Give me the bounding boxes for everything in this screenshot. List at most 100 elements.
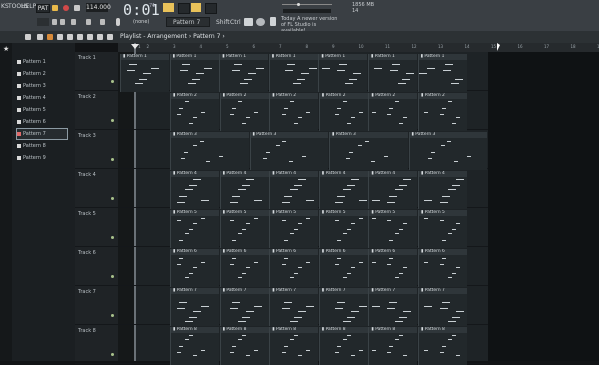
- delete-tool-icon[interactable]: [67, 34, 73, 40]
- picker-pattern-9[interactable]: Pattern 9: [17, 153, 67, 163]
- metronome-button[interactable]: [191, 3, 201, 12]
- pattern-clip[interactable]: ▮ Pattern 6: [269, 249, 319, 287]
- track-header[interactable]: Track 7: [75, 286, 118, 325]
- pattern-clip[interactable]: ▮ Pattern 7: [269, 288, 319, 326]
- record-button[interactable]: [63, 5, 69, 11]
- stop-button[interactable]: [74, 5, 80, 11]
- pattern-clip[interactable]: ▮ Pattern 8: [170, 327, 219, 365]
- chain-icon[interactable]: [86, 19, 91, 25]
- blend-notes-button[interactable]: [178, 3, 190, 14]
- pattern-clip[interactable]: ▮ Pattern 7: [170, 288, 219, 326]
- pattern-clip[interactable]: ▮ Pattern 8: [368, 327, 418, 365]
- playlist-empty-area[interactable]: [488, 52, 599, 361]
- pattern-clip[interactable]: ▮ Pattern 1: [268, 54, 318, 92]
- track-led-icon[interactable]: [111, 80, 114, 83]
- play-button[interactable]: [52, 5, 58, 11]
- pattern-clip[interactable]: ▮ Pattern 2: [219, 93, 269, 131]
- pattern-clip[interactable]: ▮ Pattern 4: [170, 171, 219, 209]
- picker-pattern-4[interactable]: Pattern 4: [17, 93, 67, 103]
- pattern-clip[interactable]: ▮ Pattern 1: [169, 54, 219, 92]
- pattern-clip[interactable]: ▮ Pattern 5: [170, 210, 219, 248]
- cut-icon[interactable]: [60, 19, 65, 25]
- pattern-selector[interactable]: Pattern 7: [166, 17, 210, 27]
- pattern-clip[interactable]: ▮ Pattern 2: [418, 93, 467, 131]
- picker-pattern-6[interactable]: Pattern 6: [17, 117, 67, 127]
- pattern-clip[interactable]: ▮ Pattern 7: [368, 288, 418, 326]
- picker-pattern-2[interactable]: Pattern 2: [17, 69, 67, 79]
- select-tool-icon[interactable]: [107, 34, 113, 40]
- pattern-clip[interactable]: ▮ Pattern 7: [219, 288, 269, 326]
- slip-tool-icon[interactable]: [87, 34, 93, 40]
- pattern-clip[interactable]: ▮ Pattern 6: [368, 249, 418, 287]
- pattern-clip[interactable]: ▮ Pattern 2: [368, 93, 418, 131]
- track-header[interactable]: Track 8: [75, 325, 118, 364]
- picker-pattern-3[interactable]: Pattern 3: [17, 81, 67, 91]
- pattern-clip[interactable]: ▮ Pattern 4: [318, 171, 368, 209]
- magnet-icon[interactable]: [37, 34, 43, 40]
- pattern-clip[interactable]: ▮ Pattern 5: [418, 210, 467, 248]
- track-header[interactable]: Track 2: [75, 91, 118, 130]
- pattern-clip[interactable]: ▮ Pattern 8: [418, 327, 467, 365]
- pattern-clip[interactable]: ▮ Pattern 1: [219, 54, 269, 92]
- microphone-icon[interactable]: [116, 18, 120, 26]
- pattern-clip[interactable]: ▮ Pattern 1: [417, 54, 467, 92]
- chat-icon[interactable]: [256, 18, 265, 26]
- pattern-clip[interactable]: ▮ Pattern 3: [249, 132, 329, 170]
- pattern-clip[interactable]: ▮ Pattern 5: [368, 210, 418, 248]
- pattern-clip[interactable]: ▮ Pattern 2: [269, 93, 319, 131]
- pattern-clip[interactable]: ▮ Pattern 7: [418, 288, 467, 326]
- pattern-clip[interactable]: ▮ Pattern 6: [170, 249, 219, 287]
- track-header[interactable]: Track 1: [75, 52, 118, 91]
- plugin-icon[interactable]: [270, 17, 276, 26]
- pattern-clip[interactable]: ▮ Pattern 2: [318, 93, 368, 131]
- track-led-icon[interactable]: [111, 353, 114, 356]
- picker-pattern-7[interactable]: Pattern 7: [16, 128, 68, 140]
- pattern-clip[interactable]: ▮ Pattern 5: [269, 210, 319, 248]
- undo-icon[interactable]: [52, 19, 57, 25]
- pattern-clip[interactable]: ▮ Pattern 1: [318, 54, 368, 92]
- pattern-clip[interactable]: ▮ Pattern 3: [408, 132, 488, 170]
- volume-knob[interactable]: [297, 3, 300, 6]
- pattern-clip[interactable]: ▮ Pattern 1: [368, 54, 417, 92]
- track-header[interactable]: Track 5: [75, 208, 118, 247]
- pattern-clip[interactable]: ▮ Pattern 3: [170, 132, 249, 170]
- track-led-icon[interactable]: [111, 158, 114, 161]
- pattern-clip[interactable]: ▮ Pattern 6: [219, 249, 269, 287]
- track-header[interactable]: Track 6: [75, 247, 118, 286]
- tempo-display[interactable]: 114.000: [86, 3, 111, 12]
- pattern-clip[interactable]: ▮ Pattern 4: [418, 171, 467, 209]
- pattern-clip[interactable]: ▮ Pattern 4: [368, 171, 418, 209]
- keyboard-icon[interactable]: [244, 18, 253, 26]
- track-header[interactable]: Track 3: [75, 130, 118, 169]
- step-edit-button[interactable]: [163, 3, 174, 12]
- draw-tool-icon[interactable]: [47, 34, 53, 40]
- pattern-clip[interactable]: ▮ Pattern 8: [269, 327, 319, 365]
- mute-tool-icon[interactable]: [77, 34, 83, 40]
- track-led-icon[interactable]: [111, 314, 114, 317]
- pattern-clip[interactable]: ▮ Pattern 3: [329, 132, 408, 170]
- slice-tool-icon[interactable]: [97, 34, 103, 40]
- pattern-clip[interactable]: ▮ Pattern 4: [219, 171, 269, 209]
- picker-pattern-5[interactable]: Pattern 5: [17, 105, 67, 115]
- track-led-icon[interactable]: [111, 275, 114, 278]
- pattern-clip[interactable]: ▮ Pattern 2: [170, 93, 219, 131]
- pattern-clip[interactable]: ▮ Pattern 5: [318, 210, 368, 248]
- track-led-icon[interactable]: [111, 197, 114, 200]
- pattern-clip[interactable]: ▮ Pattern 8: [219, 327, 269, 365]
- picker-pattern-8[interactable]: Pattern 8: [17, 141, 67, 151]
- menu-help[interactable]: HELP: [21, 3, 36, 10]
- wait-input-button[interactable]: [205, 3, 217, 14]
- star-icon[interactable]: ★: [3, 45, 9, 53]
- pattern-clip[interactable]: ▮ Pattern 6: [418, 249, 467, 287]
- picker-pattern-1[interactable]: Pattern 1: [17, 57, 67, 67]
- pattern-clip[interactable]: ▮ Pattern 4: [269, 171, 319, 209]
- track-header[interactable]: Track 4: [75, 169, 118, 208]
- track-led-icon[interactable]: [111, 119, 114, 122]
- pattern-song-toggle[interactable]: PAT: [36, 4, 50, 13]
- pattern-clip[interactable]: ▮ Pattern 7: [318, 288, 368, 326]
- pattern-clip[interactable]: ▮ Pattern 8: [318, 327, 368, 365]
- track-led-icon[interactable]: [111, 236, 114, 239]
- master-volume-slider[interactable]: [282, 4, 332, 5]
- snap-icon[interactable]: [37, 18, 49, 26]
- paint-tool-icon[interactable]: [57, 34, 63, 40]
